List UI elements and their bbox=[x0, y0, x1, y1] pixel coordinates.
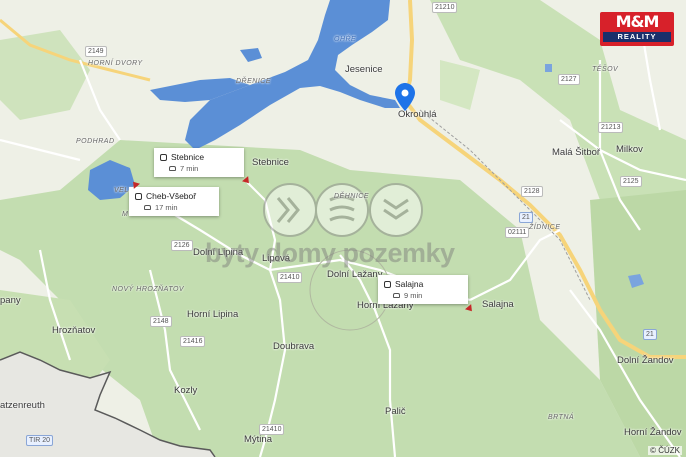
callout-destination: Salajna bbox=[395, 279, 424, 289]
callout-time: 17 min bbox=[155, 203, 178, 212]
district-label: NOVÝ HROZŇATOV bbox=[112, 286, 185, 293]
place-label: pany bbox=[0, 295, 21, 306]
place-label: Milkov bbox=[616, 144, 643, 155]
district-label: DŘENICE bbox=[236, 78, 272, 85]
bus-icon bbox=[135, 192, 142, 200]
district-label: BRTNÁ bbox=[548, 414, 575, 421]
logo-subtext: REALITY bbox=[603, 32, 671, 42]
map-canvas[interactable] bbox=[0, 0, 686, 457]
map-copyright[interactable]: © ČÚZK bbox=[648, 446, 682, 455]
callout-time: 9 min bbox=[404, 291, 423, 300]
watermark-icons bbox=[263, 183, 423, 237]
road-shield: 21 bbox=[643, 329, 657, 340]
district-label: ŽÍDNICE bbox=[529, 224, 561, 231]
place-label: Dolní Lažany bbox=[327, 269, 383, 280]
place-label: Salajna bbox=[482, 299, 514, 310]
place-label: Stebnice bbox=[252, 157, 289, 168]
location-pin-icon[interactable] bbox=[395, 83, 415, 111]
place-label: Horní Lipina bbox=[187, 309, 239, 320]
road-shield: 21 bbox=[519, 212, 533, 223]
road-shield: 2148 bbox=[150, 316, 172, 327]
river-label: OHŘE bbox=[334, 36, 357, 43]
road-shield: 2127 bbox=[558, 74, 580, 85]
road-shield: 2125 bbox=[620, 176, 642, 187]
place-label: Kozly bbox=[174, 385, 198, 396]
road-shield: TIR 20 bbox=[26, 435, 54, 446]
road-shield: 2149 bbox=[85, 46, 107, 57]
district-label: DĚHNICE bbox=[334, 193, 370, 200]
district-label: TĚŠOV bbox=[592, 66, 619, 73]
road-shield: 21416 bbox=[180, 336, 206, 347]
travel-callout[interactable]: Stebnice 7 min bbox=[154, 148, 244, 177]
place-label: Hrozňatov bbox=[52, 325, 96, 336]
car-icon bbox=[144, 205, 151, 210]
travel-callout[interactable]: Salajna 9 min bbox=[378, 275, 468, 304]
brand-logo: M&M REALITY bbox=[600, 12, 674, 46]
car-icon bbox=[393, 293, 400, 298]
place-label: atzenreuth bbox=[0, 400, 45, 411]
place-label: Doubrava bbox=[273, 341, 315, 352]
callout-destination: Cheb-Všeboř bbox=[146, 191, 197, 201]
district-label: PODHRAD bbox=[76, 138, 115, 145]
district-label: HORNÍ DVORY bbox=[88, 60, 143, 67]
road-shield: 21410 bbox=[277, 272, 303, 283]
place-label: Palič bbox=[385, 406, 406, 417]
callout-destination: Stebnice bbox=[171, 152, 205, 162]
road-shield: 21213 bbox=[598, 122, 624, 133]
road-shield: 2126 bbox=[171, 240, 193, 251]
road-shield: 21410 bbox=[259, 424, 285, 435]
bus-icon bbox=[384, 280, 391, 288]
district-label: M bbox=[122, 211, 129, 218]
pond bbox=[545, 64, 552, 72]
travel-callout[interactable]: Cheb-Všeboř 17 min bbox=[129, 187, 219, 216]
road-shield: 02111 bbox=[505, 227, 530, 238]
place-label: Horní Žandov bbox=[624, 427, 682, 438]
place-label: Malá Šitboř bbox=[552, 147, 601, 158]
place-label: Mýtina bbox=[244, 434, 272, 445]
callout-time: 7 min bbox=[180, 164, 199, 173]
watermark-text: byty domy pozemky bbox=[205, 238, 455, 268]
place-label: Dolní Žandov bbox=[617, 355, 674, 366]
road-shield: 21210 bbox=[432, 2, 458, 13]
bus-icon bbox=[160, 153, 167, 161]
road-shield: 2128 bbox=[521, 186, 543, 197]
logo-text: M&M bbox=[615, 12, 660, 31]
car-icon bbox=[169, 166, 176, 171]
place-label: Jesenice bbox=[345, 64, 383, 75]
